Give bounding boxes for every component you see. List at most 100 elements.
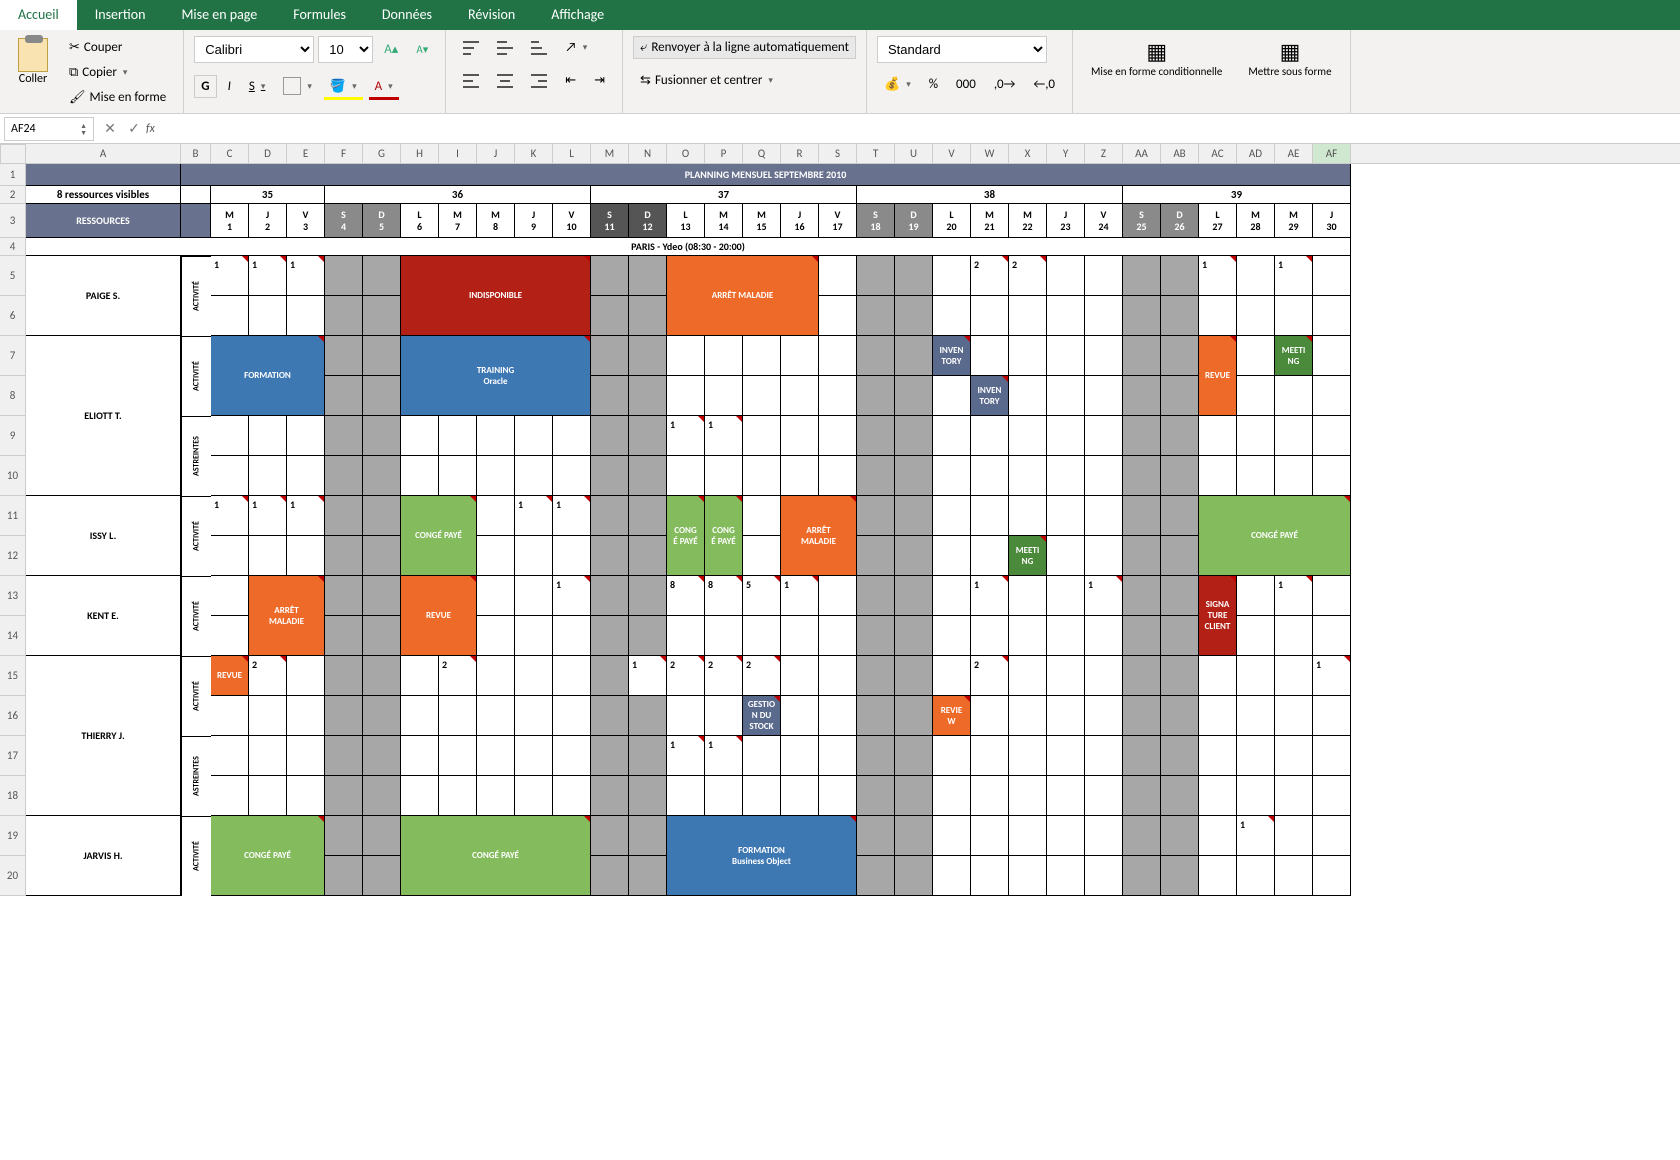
grid-cell[interactable] xyxy=(363,536,401,576)
grid-cell[interactable] xyxy=(477,696,515,736)
grid-cell[interactable] xyxy=(1161,696,1199,736)
grid-cell[interactable] xyxy=(591,416,629,456)
grid-cell[interactable] xyxy=(933,856,971,896)
grid-cell[interactable] xyxy=(667,456,705,496)
grid-cell[interactable] xyxy=(553,736,591,776)
grid-cell[interactable] xyxy=(781,776,819,816)
grid-cell[interactable] xyxy=(325,376,363,416)
grid-cell[interactable] xyxy=(591,816,629,856)
grid-cell[interactable] xyxy=(1161,776,1199,816)
grid-cell[interactable] xyxy=(781,456,819,496)
grid-cell[interactable] xyxy=(819,376,857,416)
grid-cell[interactable] xyxy=(1199,416,1237,456)
grid-cell[interactable] xyxy=(1161,456,1199,496)
grid-cell[interactable] xyxy=(1009,296,1047,336)
grid-cell[interactable] xyxy=(1161,496,1199,536)
grid-cell[interactable] xyxy=(971,776,1009,816)
grid-cell[interactable] xyxy=(819,416,857,456)
col-header-V[interactable]: V xyxy=(933,144,971,163)
grid-cell[interactable] xyxy=(933,536,971,576)
grid-cell[interactable] xyxy=(591,336,629,376)
grid-cell[interactable] xyxy=(895,376,933,416)
col-header-Q[interactable]: Q xyxy=(743,144,781,163)
col-header-H[interactable]: H xyxy=(401,144,439,163)
grid-cell[interactable] xyxy=(857,296,895,336)
grid-cell[interactable] xyxy=(363,456,401,496)
grid-cell[interactable] xyxy=(477,736,515,776)
grid-cell[interactable] xyxy=(743,776,781,816)
grid-cell[interactable] xyxy=(1047,256,1085,296)
grid-cell[interactable] xyxy=(933,256,971,296)
grid-cell[interactable] xyxy=(1237,416,1275,456)
grid-cell[interactable] xyxy=(705,616,743,656)
fill-color-button[interactable]: 🪣▾ xyxy=(323,75,364,98)
count-cell[interactable]: 2 xyxy=(1009,256,1047,296)
grid-cell[interactable] xyxy=(1123,256,1161,296)
align-left-button[interactable] xyxy=(456,70,486,92)
day-21[interactable]: M21 xyxy=(971,204,1009,238)
grid-cell[interactable] xyxy=(1313,336,1351,376)
grid-cell[interactable] xyxy=(515,736,553,776)
grid-cell[interactable] xyxy=(1009,736,1047,776)
activity-label[interactable]: ACTIVITÉ xyxy=(181,816,211,896)
grid-cell[interactable] xyxy=(857,336,895,376)
grid-cell[interactable] xyxy=(363,416,401,456)
grid-cell[interactable] xyxy=(933,616,971,656)
resource-KENT-E-[interactable]: KENT E. xyxy=(26,576,181,656)
count-cell[interactable]: 2 xyxy=(971,656,1009,696)
grid-cell[interactable] xyxy=(819,456,857,496)
grid-cell[interactable] xyxy=(363,256,401,296)
grid-cell[interactable] xyxy=(705,456,743,496)
tab-accueil[interactable]: Accueil xyxy=(0,0,77,30)
grid-cell[interactable] xyxy=(1047,336,1085,376)
select-all-corner[interactable] xyxy=(0,144,26,164)
grid-cell[interactable] xyxy=(401,776,439,816)
grid-cell[interactable] xyxy=(819,696,857,736)
align-mid-button[interactable] xyxy=(490,37,520,59)
activity-label[interactable]: ACTIVITÉ xyxy=(181,576,211,656)
grid-cell[interactable] xyxy=(401,416,439,456)
grid-cell[interactable] xyxy=(819,616,857,656)
count-cell[interactable]: 2 xyxy=(439,656,477,696)
grid-cell[interactable] xyxy=(1313,256,1351,296)
bold-button[interactable]: G xyxy=(194,75,216,98)
count-cell[interactable]: 1 xyxy=(287,256,325,296)
grid-cell[interactable] xyxy=(591,696,629,736)
col-header-T[interactable]: T xyxy=(857,144,895,163)
grid-cell[interactable] xyxy=(211,736,249,776)
grid-cell[interactable] xyxy=(895,656,933,696)
grid-cell[interactable] xyxy=(363,656,401,696)
grid-cell[interactable] xyxy=(819,336,857,376)
event-cong-pay-[interactable]: CONGÉ PAYÉ xyxy=(401,496,477,576)
grid-cell[interactable] xyxy=(1199,736,1237,776)
event-cong-pay-[interactable]: CONGÉ PAYÉ xyxy=(401,816,591,896)
count-cell[interactable]: 1 xyxy=(1085,576,1123,616)
col-header-F[interactable]: F xyxy=(325,144,363,163)
grid-cell[interactable] xyxy=(1199,296,1237,336)
grid-cell[interactable] xyxy=(1123,696,1161,736)
day-9[interactable]: J9 xyxy=(515,204,553,238)
event-arr-t[interactable]: ARRÊTMALADIE xyxy=(781,496,857,576)
grid-cell[interactable] xyxy=(515,416,553,456)
grid-cell[interactable] xyxy=(1199,776,1237,816)
grid-cell[interactable] xyxy=(1085,856,1123,896)
col-header-AF[interactable]: AF xyxy=(1313,144,1351,163)
event-training[interactable]: TRAININGOracle xyxy=(401,336,591,416)
row-header-2[interactable]: 2 xyxy=(0,186,25,204)
day-30[interactable]: J30 xyxy=(1313,204,1351,238)
grid-cell[interactable] xyxy=(287,776,325,816)
grid-cell[interactable] xyxy=(1161,576,1199,616)
col-header-B[interactable]: B xyxy=(181,144,211,163)
name-box[interactable]: AF24 ▲▼ xyxy=(4,117,94,141)
grid-cell[interactable] xyxy=(971,456,1009,496)
col-header-C[interactable]: C xyxy=(211,144,249,163)
grid-cell[interactable] xyxy=(1275,296,1313,336)
day-27[interactable]: L27 xyxy=(1199,204,1237,238)
day-23[interactable]: J23 xyxy=(1047,204,1085,238)
count-cell[interactable]: 1 xyxy=(629,656,667,696)
resource-PAIGE-S-[interactable]: PAIGE S. xyxy=(26,256,181,336)
grid-cell[interactable] xyxy=(1313,376,1351,416)
italic-button[interactable]: I xyxy=(221,75,238,98)
row-header-10[interactable]: 10 xyxy=(0,456,25,496)
grid-cell[interactable] xyxy=(325,256,363,296)
